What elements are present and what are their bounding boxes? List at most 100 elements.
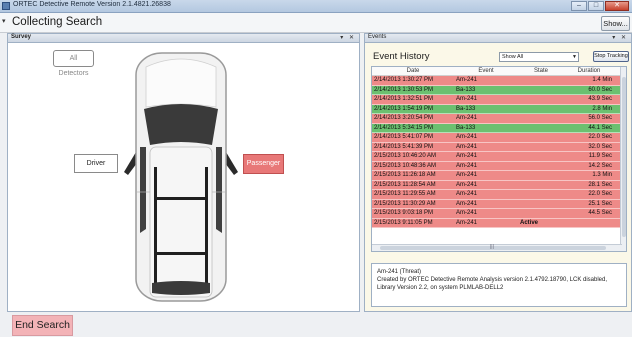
column-header-duration[interactable]: Duration (564, 67, 614, 75)
scroll-thumb[interactable] (622, 77, 626, 237)
table-row[interactable]: 2/15/2013 11:28:54 AM Am-241 28.1 Sec (372, 180, 626, 190)
table-row[interactable]: 2/15/2013 10:48:36 AM Am-241 14.2 Sec (372, 161, 626, 171)
cell-event: Ba-133 (456, 105, 476, 112)
stop-tracking-button[interactable]: Stop Tracking (593, 51, 629, 62)
event-history-heading: Event History (373, 51, 430, 62)
cell-state (518, 162, 564, 171)
event-detail-box: Am-241 (Threat) Created by ORTEC Detecti… (371, 263, 627, 307)
driver-button[interactable]: Driver (74, 154, 118, 173)
detail-line-1: Am-241 (Threat) (377, 269, 422, 275)
cell-event: Am-241 (456, 200, 478, 207)
table-row[interactable]: 2/14/2013 5:41:39 PM Am-241 32.0 Sec (372, 142, 626, 152)
cell-state (518, 76, 564, 85)
cell-event: Ba-133 (456, 124, 476, 131)
cell-event: Am-241 (456, 77, 478, 83)
all-detectors-button[interactable]: All Detectors (53, 50, 94, 77)
cell-duration: 1.3 Min (592, 172, 612, 178)
cell-state (518, 95, 564, 104)
window-controls: – □ ✕ (571, 1, 629, 11)
cell-date: 2/14/2013 1:32:51 PM (374, 96, 434, 102)
cell-duration: 11.9 Sec (588, 153, 612, 159)
cell-state (518, 190, 564, 199)
window-titlebar: ORTEC Detective Remote Version 2.1.4821.… (0, 0, 632, 13)
cell-duration: 2.8 Min (592, 105, 612, 112)
survey-tab-label: Survey (11, 34, 32, 40)
cell-duration: 32.0 Sec (588, 143, 612, 150)
table-row[interactable]: 2/14/2013 3:20:54 PM Am-241 56.0 Sec (372, 114, 626, 124)
cell-date: 2/15/2013 9:03:18 PM (374, 210, 434, 216)
cell-duration: 1.4 Min (592, 77, 612, 83)
event-history-table[interactable]: Date Event State Duration 2/14/2013 1:30… (371, 66, 627, 252)
event-filter-value: Show All (502, 54, 524, 60)
vertical-scrollbar[interactable] (620, 67, 626, 251)
table-row[interactable]: 2/15/2013 10:46:20 AM Am-241 11.9 Sec (372, 152, 626, 162)
cell-event: Am-241 (456, 153, 478, 159)
cell-duration: 44.5 Sec (588, 210, 612, 216)
page-header: ▾ Collecting Search Show... (0, 13, 632, 33)
cell-date: 2/15/2013 11:26:18 AM (374, 172, 436, 178)
events-tab-label: Events (368, 34, 387, 40)
table-row[interactable]: 2/14/2013 1:30:27 PM Am-241 1.4 Min (372, 76, 626, 86)
cell-event: Ba-133 (456, 86, 476, 93)
vehicle-top-view (124, 52, 238, 302)
cell-date: 2/15/2013 10:48:36 AM (374, 162, 437, 169)
cell-date: 2/14/2013 1:54:19 PM (374, 105, 434, 112)
table-row[interactable]: 2/14/2013 1:30:53 PM Ba-133 60.0 Sec (372, 85, 626, 95)
cell-date: 2/15/2013 11:29:55 AM (374, 191, 436, 197)
cell-duration: 44.1 Sec (588, 124, 612, 131)
cell-event: Am-241 (456, 181, 478, 188)
events-tab: Events ▾ ✕ (365, 34, 631, 43)
table-header: Date Event State Duration (372, 67, 626, 76)
cell-state (518, 200, 564, 209)
cell-duration: 22.0 Sec (588, 134, 612, 140)
window-title: ORTEC Detective Remote Version 2.1.4821.… (13, 1, 171, 8)
minimize-button[interactable]: – (571, 1, 587, 11)
column-header-event[interactable]: Event (454, 67, 518, 75)
cell-duration: 28.1 Sec (588, 181, 612, 188)
horizontal-scrollbar[interactable]: ||| (372, 244, 622, 251)
column-header-state[interactable]: State (518, 67, 564, 75)
cell-date: 2/14/2013 3:20:54 PM (374, 115, 434, 121)
table-row[interactable]: 2/14/2013 5:34:15 PM Ba-133 44.1 Sec (372, 123, 626, 133)
close-button[interactable]: ✕ (605, 1, 629, 11)
cell-date: 2/14/2013 5:34:15 PM (374, 124, 434, 131)
table-row[interactable]: 2/14/2013 5:41:07 PM Am-241 22.0 Sec (372, 133, 626, 143)
cell-event: Am-241 (456, 219, 478, 226)
table-row[interactable]: 2/15/2013 9:11:05 PM Am-241 Active (372, 218, 626, 228)
table-row[interactable]: 2/15/2013 11:26:18 AM Am-241 1.3 Min (372, 171, 626, 181)
table-row[interactable]: 2/15/2013 11:29:55 AM Am-241 22.0 Sec (372, 190, 626, 200)
cell-duration: 56.0 Sec (588, 115, 612, 121)
cell-event: Am-241 (456, 191, 478, 197)
passenger-button[interactable]: Passenger (243, 154, 284, 174)
cell-state (518, 209, 564, 218)
cell-duration: 25.1 Sec (588, 200, 612, 207)
survey-panel-controls[interactable]: ▾ ✕ (340, 34, 356, 41)
cell-date: 2/14/2013 1:30:27 PM (374, 77, 434, 83)
cell-date: 2/15/2013 9:11:05 PM (374, 219, 433, 226)
app-icon (2, 2, 10, 10)
survey-tab: Survey ▾ ✕ (8, 34, 359, 43)
collapse-caret-icon[interactable]: ▾ (2, 17, 6, 25)
show-button[interactable]: Show... (601, 16, 630, 31)
cell-duration: 14.2 Sec (588, 162, 612, 169)
end-search-button[interactable]: End Search (12, 315, 73, 336)
chevron-down-icon: ▼ (572, 54, 577, 60)
cell-event: Am-241 (456, 115, 478, 121)
cell-date: 2/15/2013 10:46:20 AM (374, 153, 437, 159)
cell-event: Am-241 (456, 96, 478, 102)
maximize-button[interactable]: □ (588, 1, 604, 11)
cell-state (518, 86, 564, 95)
table-row[interactable]: 2/15/2013 9:03:18 PM Am-241 44.5 Sec (372, 209, 626, 219)
table-row[interactable]: 2/14/2013 1:32:51 PM Am-241 43.9 Sec (372, 95, 626, 105)
table-row[interactable]: 2/15/2013 11:30:29 AM Am-241 25.1 Sec (372, 199, 626, 209)
cell-date: 2/15/2013 11:28:54 AM (374, 181, 436, 188)
table-row[interactable]: 2/14/2013 1:54:19 PM Ba-133 2.8 Min (372, 104, 626, 114)
cell-duration: 22.0 Sec (588, 191, 612, 197)
cell-state (518, 105, 564, 114)
cell-date: 2/15/2013 11:30:29 AM (374, 200, 436, 207)
cell-event: Am-241 (456, 162, 478, 169)
detail-line-3: Library Version 2.2, on system PLMLAB-DE… (377, 285, 504, 291)
event-filter-select[interactable]: Show All ▼ (499, 52, 579, 62)
column-header-date[interactable]: Date (372, 67, 454, 75)
events-panel-controls[interactable]: ▾ ✕ (612, 34, 628, 41)
